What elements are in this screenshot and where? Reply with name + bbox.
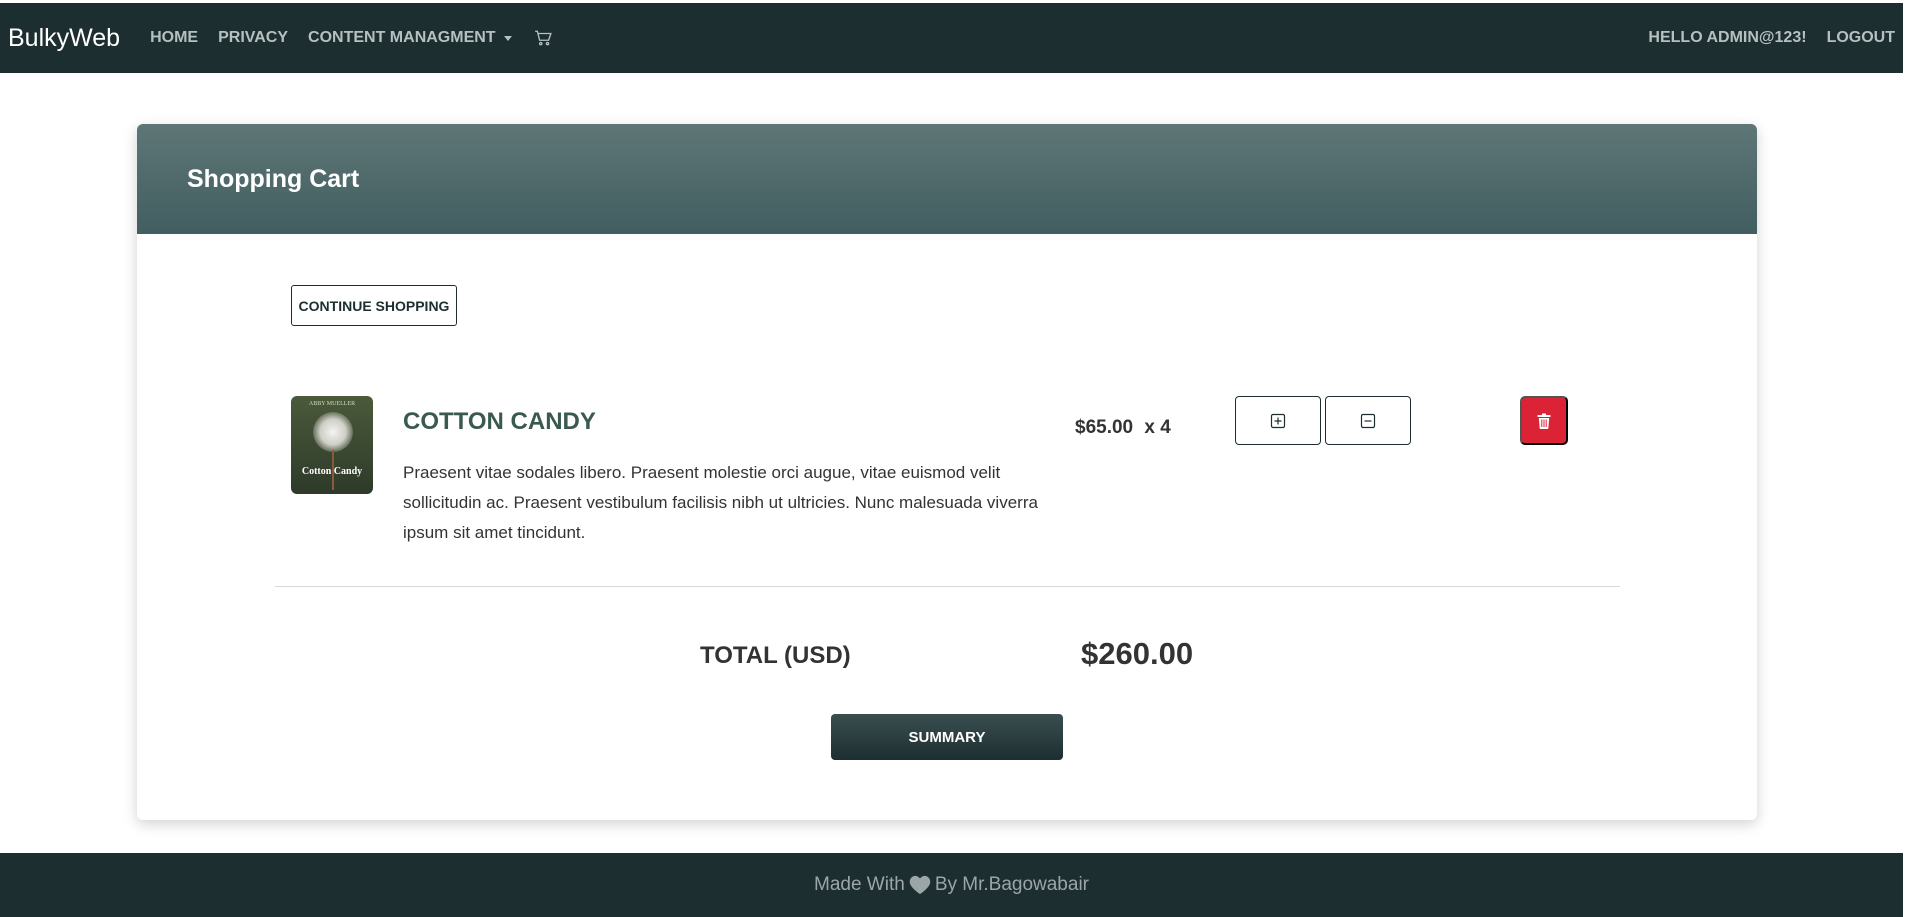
price-quantity: $65.00 x 4 bbox=[1075, 417, 1171, 439]
dandelion-image bbox=[313, 412, 353, 452]
heart-icon bbox=[909, 875, 931, 895]
navbar: BulkyWeb HOME PRIVACY CONTENT MANAGMENT … bbox=[0, 3, 1903, 73]
unit-price: $65.00 bbox=[1075, 417, 1134, 438]
page: BulkyWeb HOME PRIVACY CONTENT MANAGMENT … bbox=[0, 0, 1905, 917]
summary-button[interactable]: SUMMARY bbox=[831, 714, 1063, 760]
plus-square-icon bbox=[1270, 413, 1286, 428]
nav-link-logout[interactable]: LOGOUT bbox=[1827, 29, 1895, 47]
increment-quantity-button[interactable] bbox=[1235, 396, 1321, 445]
page-title: Shopping Cart bbox=[187, 164, 360, 193]
card-header: Shopping Cart bbox=[137, 124, 1757, 234]
continue-shopping-button[interactable]: CONTINUE SHOPPING bbox=[291, 285, 457, 326]
footer-prefix: Made With bbox=[814, 874, 905, 895]
nav-right: HELLO ADMIN@123! LOGOUT bbox=[1628, 29, 1895, 47]
delete-item-button[interactable] bbox=[1520, 396, 1568, 445]
nav-link-privacy[interactable]: PRIVACY bbox=[218, 29, 288, 47]
nav-dropdown-content-management[interactable]: CONTENT MANAGMENT bbox=[308, 29, 512, 47]
product-description: Praesent vitae sodales libero. Praesent … bbox=[403, 463, 1038, 542]
cover-title: Cotton Candy bbox=[301, 466, 363, 477]
brand-logo[interactable]: BulkyWeb bbox=[8, 24, 120, 53]
nav-link-cart[interactable] bbox=[532, 29, 552, 47]
minus-square-icon bbox=[1360, 413, 1376, 428]
footer-suffix: By Mr.Bagowabair bbox=[934, 874, 1089, 895]
cart-icon bbox=[534, 30, 552, 46]
nav-dropdown-label: CONTENT MANAGMENT bbox=[308, 29, 496, 46]
total-label: TOTAL (USD) bbox=[700, 642, 851, 669]
product-thumbnail: ABBY MUELLER Cotton Candy bbox=[291, 396, 373, 494]
caret-down-icon bbox=[503, 35, 512, 41]
divider bbox=[275, 586, 1620, 587]
decrement-quantity-button[interactable] bbox=[1325, 396, 1411, 445]
nav-link-greeting[interactable]: HELLO ADMIN@123! bbox=[1648, 29, 1806, 47]
total-value: $260.00 bbox=[1081, 636, 1194, 671]
trash-icon bbox=[1537, 413, 1551, 429]
quantity: x 4 bbox=[1144, 417, 1171, 438]
cover-author: ABBY MUELLER bbox=[308, 401, 356, 407]
shopping-cart-card: Shopping Cart CONTINUE SHOPPING ABBY MUE… bbox=[137, 124, 1757, 820]
footer: Made With By Mr.Bagowabair bbox=[0, 853, 1903, 917]
product-title: COTTON CANDY bbox=[403, 408, 596, 435]
nav-link-home[interactable]: HOME bbox=[150, 29, 198, 47]
